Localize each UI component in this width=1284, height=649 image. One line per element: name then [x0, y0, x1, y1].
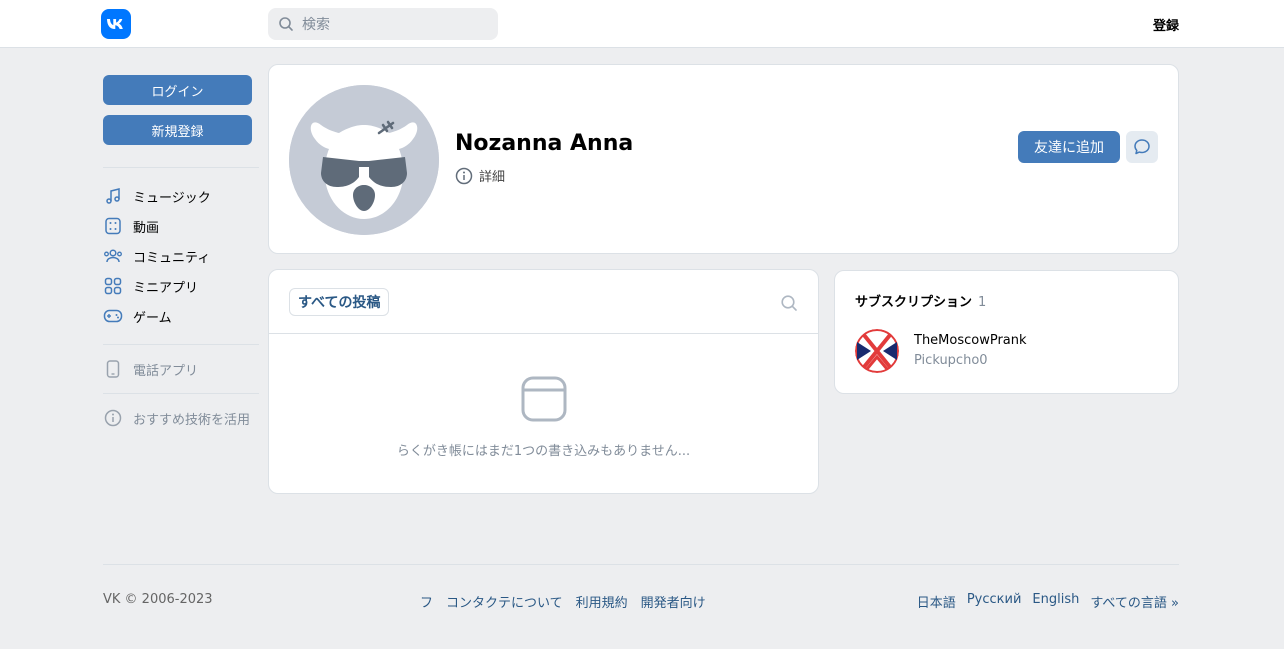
community-icon: [103, 246, 123, 266]
message-icon: [1134, 139, 1150, 155]
avatar[interactable]: [289, 85, 439, 235]
register-link[interactable]: 登録: [1153, 15, 1179, 34]
divider: [103, 344, 259, 345]
signup-button[interactable]: 新規登録: [103, 115, 252, 145]
video-icon: [103, 216, 123, 236]
wall-card: すべての投稿 らくがき帳にはまだ1つの書き込みもありません...: [268, 269, 819, 494]
search-placeholder: 検索: [302, 17, 330, 33]
footer-link-terms[interactable]: 利用規約: [576, 592, 628, 611]
music-icon: [103, 186, 123, 206]
subscriptions-card: サブスクリプション 1 TheMoscowPrank Pickupcho0: [834, 270, 1179, 394]
sidebar-item-label: 動画: [133, 220, 160, 236]
empty-wall-icon: [521, 376, 567, 426]
subscription-name[interactable]: TheMoscowPrank: [914, 333, 1027, 348]
profile-name: Nozanna Anna: [455, 131, 634, 156]
deactivated-dog-avatar-icon: [289, 85, 439, 235]
footer-link-developers[interactable]: 開発者向け: [641, 592, 706, 611]
login-button[interactable]: ログイン: [103, 75, 252, 105]
vk-logo[interactable]: [101, 9, 131, 39]
divider: [103, 167, 259, 168]
vk-logo-icon: [107, 19, 123, 29]
footer-links: フ コンタクテについて 利用規約 開発者向け: [420, 592, 706, 611]
footer-link-about[interactable]: コンタクテについて: [446, 592, 563, 611]
gamepad-icon: [103, 306, 123, 326]
footer-divider: [103, 564, 1179, 565]
details-link[interactable]: 詳細: [455, 166, 505, 185]
info-icon: [103, 408, 123, 428]
empty-wall-text: らくがき帳にはまだ1つの書き込みもありません...: [396, 444, 691, 459]
phone-icon: [103, 359, 123, 379]
search-icon: [781, 295, 797, 311]
lang-russian[interactable]: Русский: [967, 592, 1022, 611]
details-label: 詳細: [479, 170, 506, 185]
sidebar-item-label: ミニアプリ: [133, 280, 199, 296]
apps-icon: [103, 276, 123, 296]
sidebar-item-music[interactable]: ミュージック: [103, 185, 211, 207]
subscription-avatar[interactable]: [855, 329, 899, 373]
divider: [269, 333, 818, 334]
sidebar-item-label: おすすめ技術を活用: [133, 412, 251, 428]
moscow-prank-logo-icon: [855, 329, 899, 373]
search-icon: [279, 17, 293, 31]
search-input[interactable]: 検索: [268, 8, 498, 40]
wall-search-button[interactable]: [780, 294, 798, 316]
sidebar-item-community[interactable]: コミュニティ: [103, 245, 210, 267]
sidebar-item-games[interactable]: ゲーム: [103, 305, 172, 327]
sidebar-item-label: コミュニティ: [133, 250, 211, 266]
info-icon: [455, 167, 473, 185]
add-friend-button[interactable]: 友達に追加: [1018, 131, 1120, 163]
lang-all[interactable]: すべての言語 »: [1090, 592, 1179, 611]
sidebar-item-video[interactable]: 動画: [103, 215, 159, 237]
subscriptions-title: サブスクリプション: [855, 295, 973, 310]
profile-card: Nozanna Anna 詳細 友達に追加: [268, 64, 1179, 254]
lang-english[interactable]: English: [1032, 592, 1079, 611]
sidebar-item-tech[interactable]: おすすめ技術を活用: [103, 407, 250, 429]
subscriptions-header[interactable]: サブスクリプション 1: [855, 291, 986, 310]
top-bar: 検索 登録: [0, 0, 1284, 48]
subscription-handle: Pickupcho0: [914, 353, 988, 368]
lang-japanese[interactable]: 日本語: [917, 592, 956, 611]
sidebar-item-label: ミュージック: [133, 190, 211, 206]
subscriptions-count: 1: [978, 295, 987, 310]
sidebar-item-label: 電話アプリ: [133, 363, 199, 379]
footer-link[interactable]: フ: [420, 592, 433, 611]
divider: [103, 393, 259, 394]
footer-languages: 日本語 Русский English すべての言語 »: [917, 592, 1179, 611]
sidebar-item-miniapps[interactable]: ミニアプリ: [103, 275, 198, 297]
tab-all-posts[interactable]: すべての投稿: [289, 288, 390, 316]
sidebar-item-label: ゲーム: [133, 310, 172, 326]
footer-copyright: VK © 2006-2023: [103, 592, 213, 607]
sidebar-item-phone-app[interactable]: 電話アプリ: [103, 358, 198, 380]
message-button[interactable]: [1126, 131, 1158, 163]
